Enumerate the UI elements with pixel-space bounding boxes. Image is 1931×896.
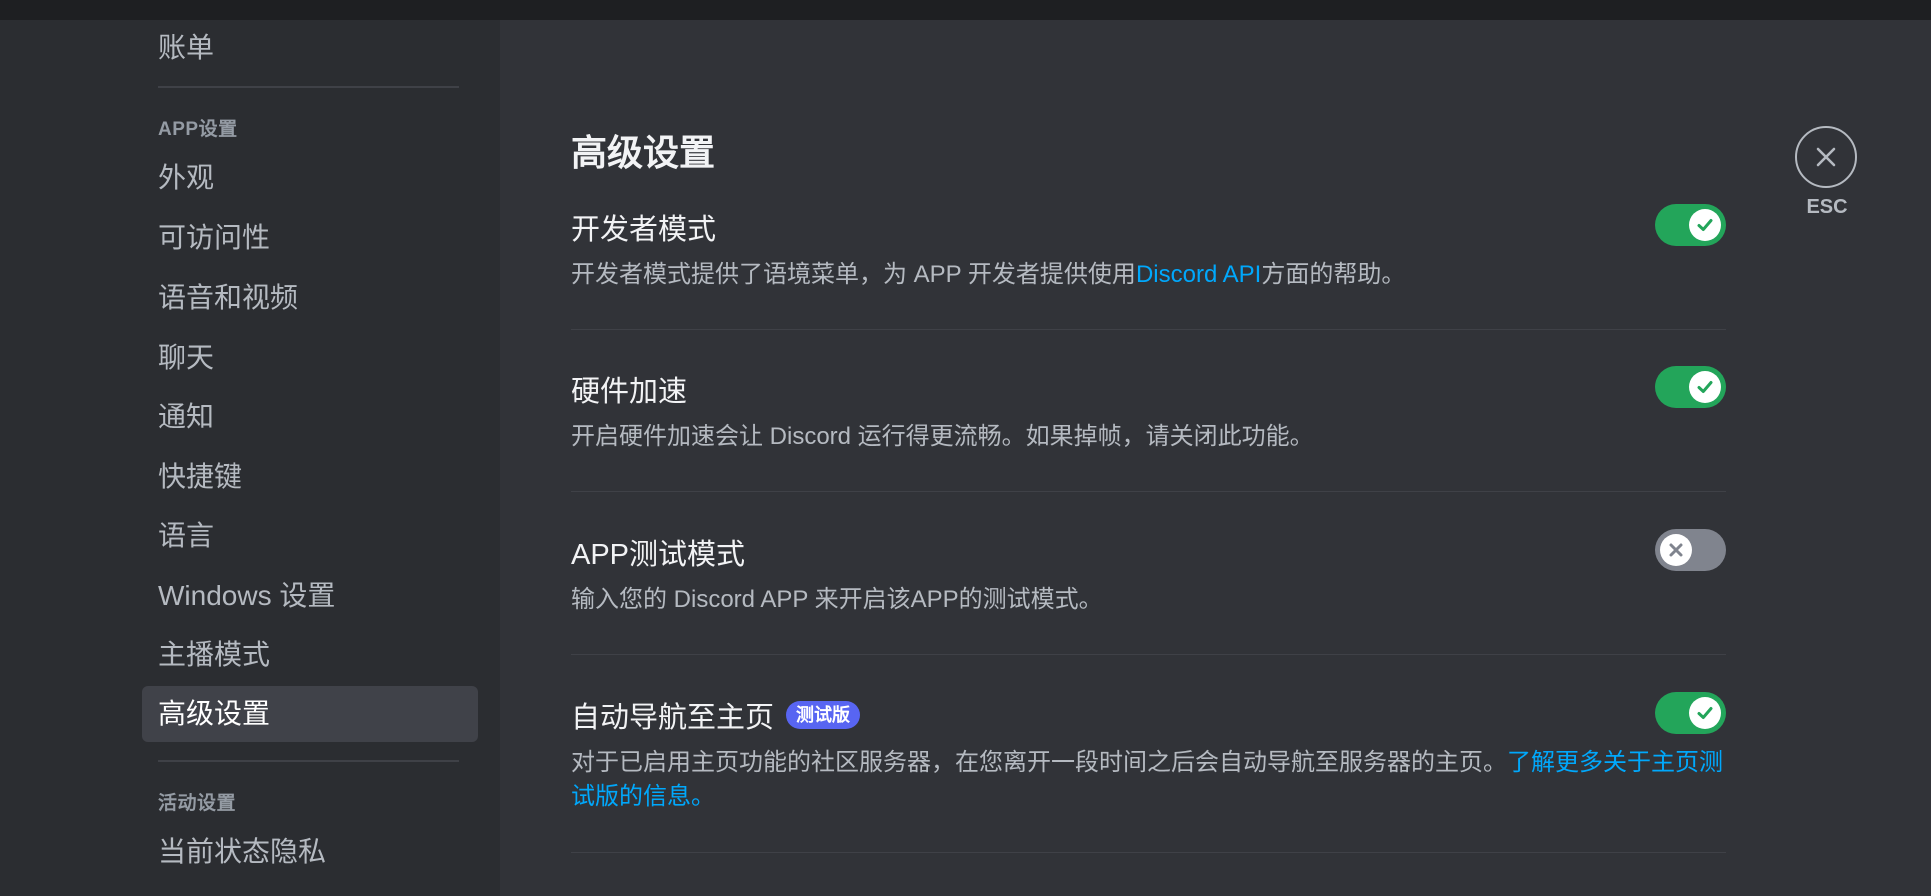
page-title: 高级设置 bbox=[571, 132, 716, 173]
setting-title-text: APP测试模式 bbox=[571, 539, 746, 571]
setting-description: 输入您的 Discord APP 来开启该APP的测试模式。 bbox=[571, 586, 1103, 613]
sidebar-header-app-settings: APP设置 bbox=[158, 119, 238, 140]
sidebar-item-windows-settings[interactable]: Windows 设置 bbox=[142, 568, 478, 624]
sidebar-item-appearance[interactable]: 外观 bbox=[142, 150, 478, 206]
setting-description: 开启硬件加速会让 Discord 运行得更流畅。如果掉帧，请关闭此功能。 bbox=[571, 423, 1314, 450]
developer-mode-toggle[interactable] bbox=[1655, 204, 1726, 246]
setting-title: APP测试模式 bbox=[571, 531, 745, 573]
setting-description: 开发者模式提供了语境菜单，为 APP 开发者提供使用Discord API方面的… bbox=[571, 258, 1726, 292]
setting-title-text: 自动导航至主页 bbox=[571, 702, 775, 734]
sidebar-divider bbox=[158, 760, 459, 762]
hardware-acceleration-toggle[interactable] bbox=[1655, 366, 1726, 408]
setting-divider bbox=[571, 654, 1726, 655]
setting-title: 开发者模式 bbox=[571, 206, 716, 248]
setting-divider bbox=[571, 329, 1726, 330]
sidebar-item-billing[interactable]: 账单 bbox=[142, 20, 478, 76]
close-button[interactable] bbox=[1795, 126, 1857, 188]
sidebar-item-advanced[interactable]: 高级设置 bbox=[142, 686, 478, 742]
sidebar-divider bbox=[158, 86, 459, 88]
discord-api-link[interactable]: Discord API bbox=[1136, 261, 1261, 288]
setting-description-text: 开发者模式提供了语境菜单，为 APP 开发者提供使用 bbox=[571, 261, 1136, 288]
settings-content: 高级设置 开发者模式 开发者模式提供了语境菜单，为 APP 开发者提供使用Dis… bbox=[571, 0, 1726, 896]
sidebar-item-notifications[interactable]: 通知 bbox=[142, 389, 478, 445]
sidebar-item-accessibility[interactable]: 可访问性 bbox=[142, 210, 478, 266]
esc-label: ESC bbox=[1806, 196, 1848, 218]
setting-description: 对于已启用主页功能的社区服务器，在您离开一段时间之后会自动导航至服务器的主页。了… bbox=[571, 746, 1726, 814]
sidebar-item-voice-video[interactable]: 语音和视频 bbox=[142, 270, 478, 326]
app-test-mode-toggle[interactable] bbox=[1655, 529, 1726, 571]
setting-title-text: 开发者模式 bbox=[571, 214, 717, 246]
setting-description-text: 方面的帮助。 bbox=[1261, 261, 1406, 288]
esc-close: ESC bbox=[1795, 126, 1859, 219]
setting-title-text: 硬件加速 bbox=[571, 376, 688, 408]
check-icon bbox=[1689, 209, 1721, 241]
sidebar-item-language[interactable]: 语言 bbox=[142, 508, 478, 564]
beta-badge: 测试版 bbox=[786, 701, 861, 729]
setting-divider bbox=[571, 852, 1726, 853]
auto-navigate-home-toggle[interactable] bbox=[1655, 692, 1726, 734]
setting-divider bbox=[571, 491, 1726, 492]
check-icon bbox=[1689, 697, 1721, 729]
sidebar-header-activity-settings: 活动设置 bbox=[158, 793, 237, 814]
sidebar-item-keybinds[interactable]: 快捷键 bbox=[142, 449, 478, 505]
close-icon bbox=[1816, 147, 1836, 167]
check-icon bbox=[1689, 371, 1721, 403]
setting-description-text: 对于已启用主页功能的社区服务器，在您离开一段时间之后会自动导航至服务器的主页。 bbox=[571, 749, 1507, 776]
settings-sidebar: 账单 APP设置 外观 可访问性 语音和视频 聊天 通知 快捷键 语言 Wind… bbox=[0, 20, 500, 896]
x-icon bbox=[1660, 534, 1692, 566]
setting-title: 硬件加速 bbox=[571, 368, 687, 410]
sidebar-item-chat[interactable]: 聊天 bbox=[142, 330, 478, 386]
sidebar-item-streamer-mode[interactable]: 主播模式 bbox=[142, 627, 478, 683]
sidebar-item-activity-privacy[interactable]: 当前状态隐私 bbox=[142, 824, 478, 880]
setting-title: 自动导航至主页 测试版 bbox=[571, 694, 861, 736]
